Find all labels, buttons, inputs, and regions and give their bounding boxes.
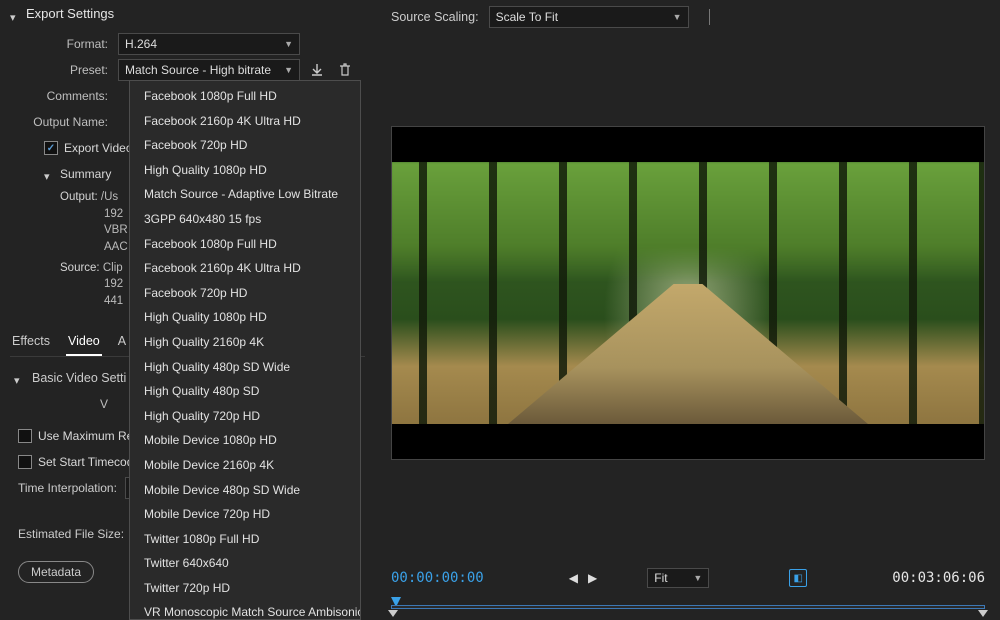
- preset-option[interactable]: High Quality 1080p HD: [130, 305, 360, 330]
- format-select[interactable]: H.264 ▼: [118, 33, 300, 55]
- preset-option[interactable]: High Quality 2160p 4K: [130, 330, 360, 355]
- out-point-handle[interactable]: [978, 610, 988, 617]
- metadata-button[interactable]: Metadata: [18, 561, 94, 583]
- output-name-label: Output Name:: [10, 115, 118, 129]
- preset-option[interactable]: Match Source - Adaptive Low Bitrate: [130, 182, 360, 207]
- preset-option[interactable]: Mobile Device 2160p 4K: [130, 453, 360, 478]
- export-video-label: Export Video: [64, 141, 133, 155]
- preset-dropdown-menu[interactable]: Facebook 1080p Full HDFacebook 2160p 4K …: [129, 80, 361, 620]
- preset-option[interactable]: Mobile Device 480p SD Wide: [130, 478, 360, 503]
- summary-output-line: 192: [104, 208, 123, 220]
- set-start-timecode-checkbox[interactable]: [18, 455, 32, 469]
- use-max-render-checkbox[interactable]: [18, 429, 32, 443]
- estimated-file-size-label: Estimated File Size:: [18, 527, 124, 541]
- prev-frame-icon[interactable]: ◀: [569, 571, 578, 585]
- chevron-down-icon[interactable]: [44, 169, 54, 179]
- chevron-down-icon: ▼: [673, 12, 682, 22]
- width-label: V: [10, 397, 118, 411]
- source-scaling-select[interactable]: Scale To Fit ▼: [489, 6, 689, 28]
- chevron-down-icon: ▼: [284, 39, 293, 49]
- crop-output-icon[interactable]: ◧: [789, 569, 807, 587]
- preset-option[interactable]: Facebook 1080p Full HD: [130, 84, 360, 109]
- preset-option[interactable]: Mobile Device 720p HD: [130, 502, 360, 527]
- chevron-down-icon[interactable]: [14, 373, 24, 383]
- preset-option[interactable]: Facebook 720p HD: [130, 281, 360, 306]
- summary-output-label: Output:: [60, 191, 98, 203]
- out-timecode[interactable]: 00:03:06:06: [892, 570, 985, 586]
- use-max-render-label: Use Maximum Ren: [38, 429, 140, 443]
- preset-option[interactable]: High Quality 1080p HD: [130, 158, 360, 183]
- summary-source-line: 441: [104, 295, 123, 307]
- preset-value: Match Source - High bitrate: [125, 63, 271, 77]
- save-preset-icon[interactable]: [306, 59, 328, 81]
- preset-option[interactable]: Facebook 2160p 4K Ultra HD: [130, 109, 360, 134]
- preset-option[interactable]: Facebook 720p HD: [130, 133, 360, 158]
- preset-option[interactable]: 3GPP 640x480 15 fps: [130, 207, 360, 232]
- preset-option[interactable]: Twitter 1080p Full HD: [130, 527, 360, 552]
- video-preview[interactable]: [391, 126, 985, 460]
- export-video-checkbox[interactable]: [44, 141, 58, 155]
- set-start-timecode-label: Set Start Timecode: [38, 455, 140, 469]
- summary-output-line: AAC: [104, 241, 128, 253]
- timeline-slider[interactable]: [391, 597, 985, 617]
- preset-option[interactable]: High Quality 480p SD: [130, 379, 360, 404]
- tab-video[interactable]: Video: [66, 328, 102, 356]
- preset-label: Preset:: [10, 63, 118, 77]
- comments-label: Comments:: [10, 89, 118, 103]
- preset-option[interactable]: Facebook 1080p Full HD: [130, 232, 360, 257]
- source-scaling-label: Source Scaling:: [391, 10, 479, 24]
- chevron-down-icon: ▼: [284, 65, 293, 75]
- preset-select[interactable]: Match Source - High bitrate ▼: [118, 59, 300, 81]
- summary-output-line: VBR: [104, 224, 128, 236]
- summary-output-line: /Us: [101, 191, 118, 203]
- format-value: H.264: [125, 37, 157, 51]
- format-label: Format:: [10, 37, 118, 51]
- summary-title: Summary: [60, 167, 111, 181]
- tab-effects[interactable]: Effects: [10, 328, 52, 356]
- preset-option[interactable]: Mobile Device 1080p HD: [130, 428, 360, 453]
- preview-frame: [391, 162, 985, 424]
- in-timecode[interactable]: 00:00:00:00: [391, 570, 484, 586]
- text-cursor: [709, 9, 710, 25]
- basic-video-settings-title: Basic Video Setti: [32, 371, 126, 385]
- preset-option[interactable]: High Quality 720p HD: [130, 404, 360, 429]
- in-point-handle[interactable]: [388, 610, 398, 617]
- export-settings-title: Export Settings: [26, 6, 114, 21]
- summary-source-label: Source:: [60, 262, 100, 274]
- preset-option[interactable]: Facebook 2160p 4K Ultra HD: [130, 256, 360, 281]
- summary-source-line: Clip: [103, 262, 123, 274]
- delete-preset-icon[interactable]: [334, 59, 356, 81]
- summary-source-line: 192: [104, 278, 123, 290]
- preset-option[interactable]: VR Monoscopic Match Source Ambisonics: [130, 600, 360, 620]
- time-interpolation-label: Time Interpolation:: [18, 481, 117, 495]
- preset-option[interactable]: Twitter 720p HD: [130, 576, 360, 601]
- preset-option[interactable]: Twitter 640x640: [130, 551, 360, 576]
- zoom-fit-select[interactable]: Fit ▼: [647, 568, 709, 588]
- source-scaling-value: Scale To Fit: [496, 10, 558, 24]
- tab-audio[interactable]: A: [116, 328, 128, 356]
- chevron-down-icon: ▼: [693, 573, 702, 583]
- chevron-down-icon[interactable]: [10, 9, 20, 19]
- preset-option[interactable]: High Quality 480p SD Wide: [130, 355, 360, 380]
- next-frame-icon[interactable]: ▶: [588, 571, 597, 585]
